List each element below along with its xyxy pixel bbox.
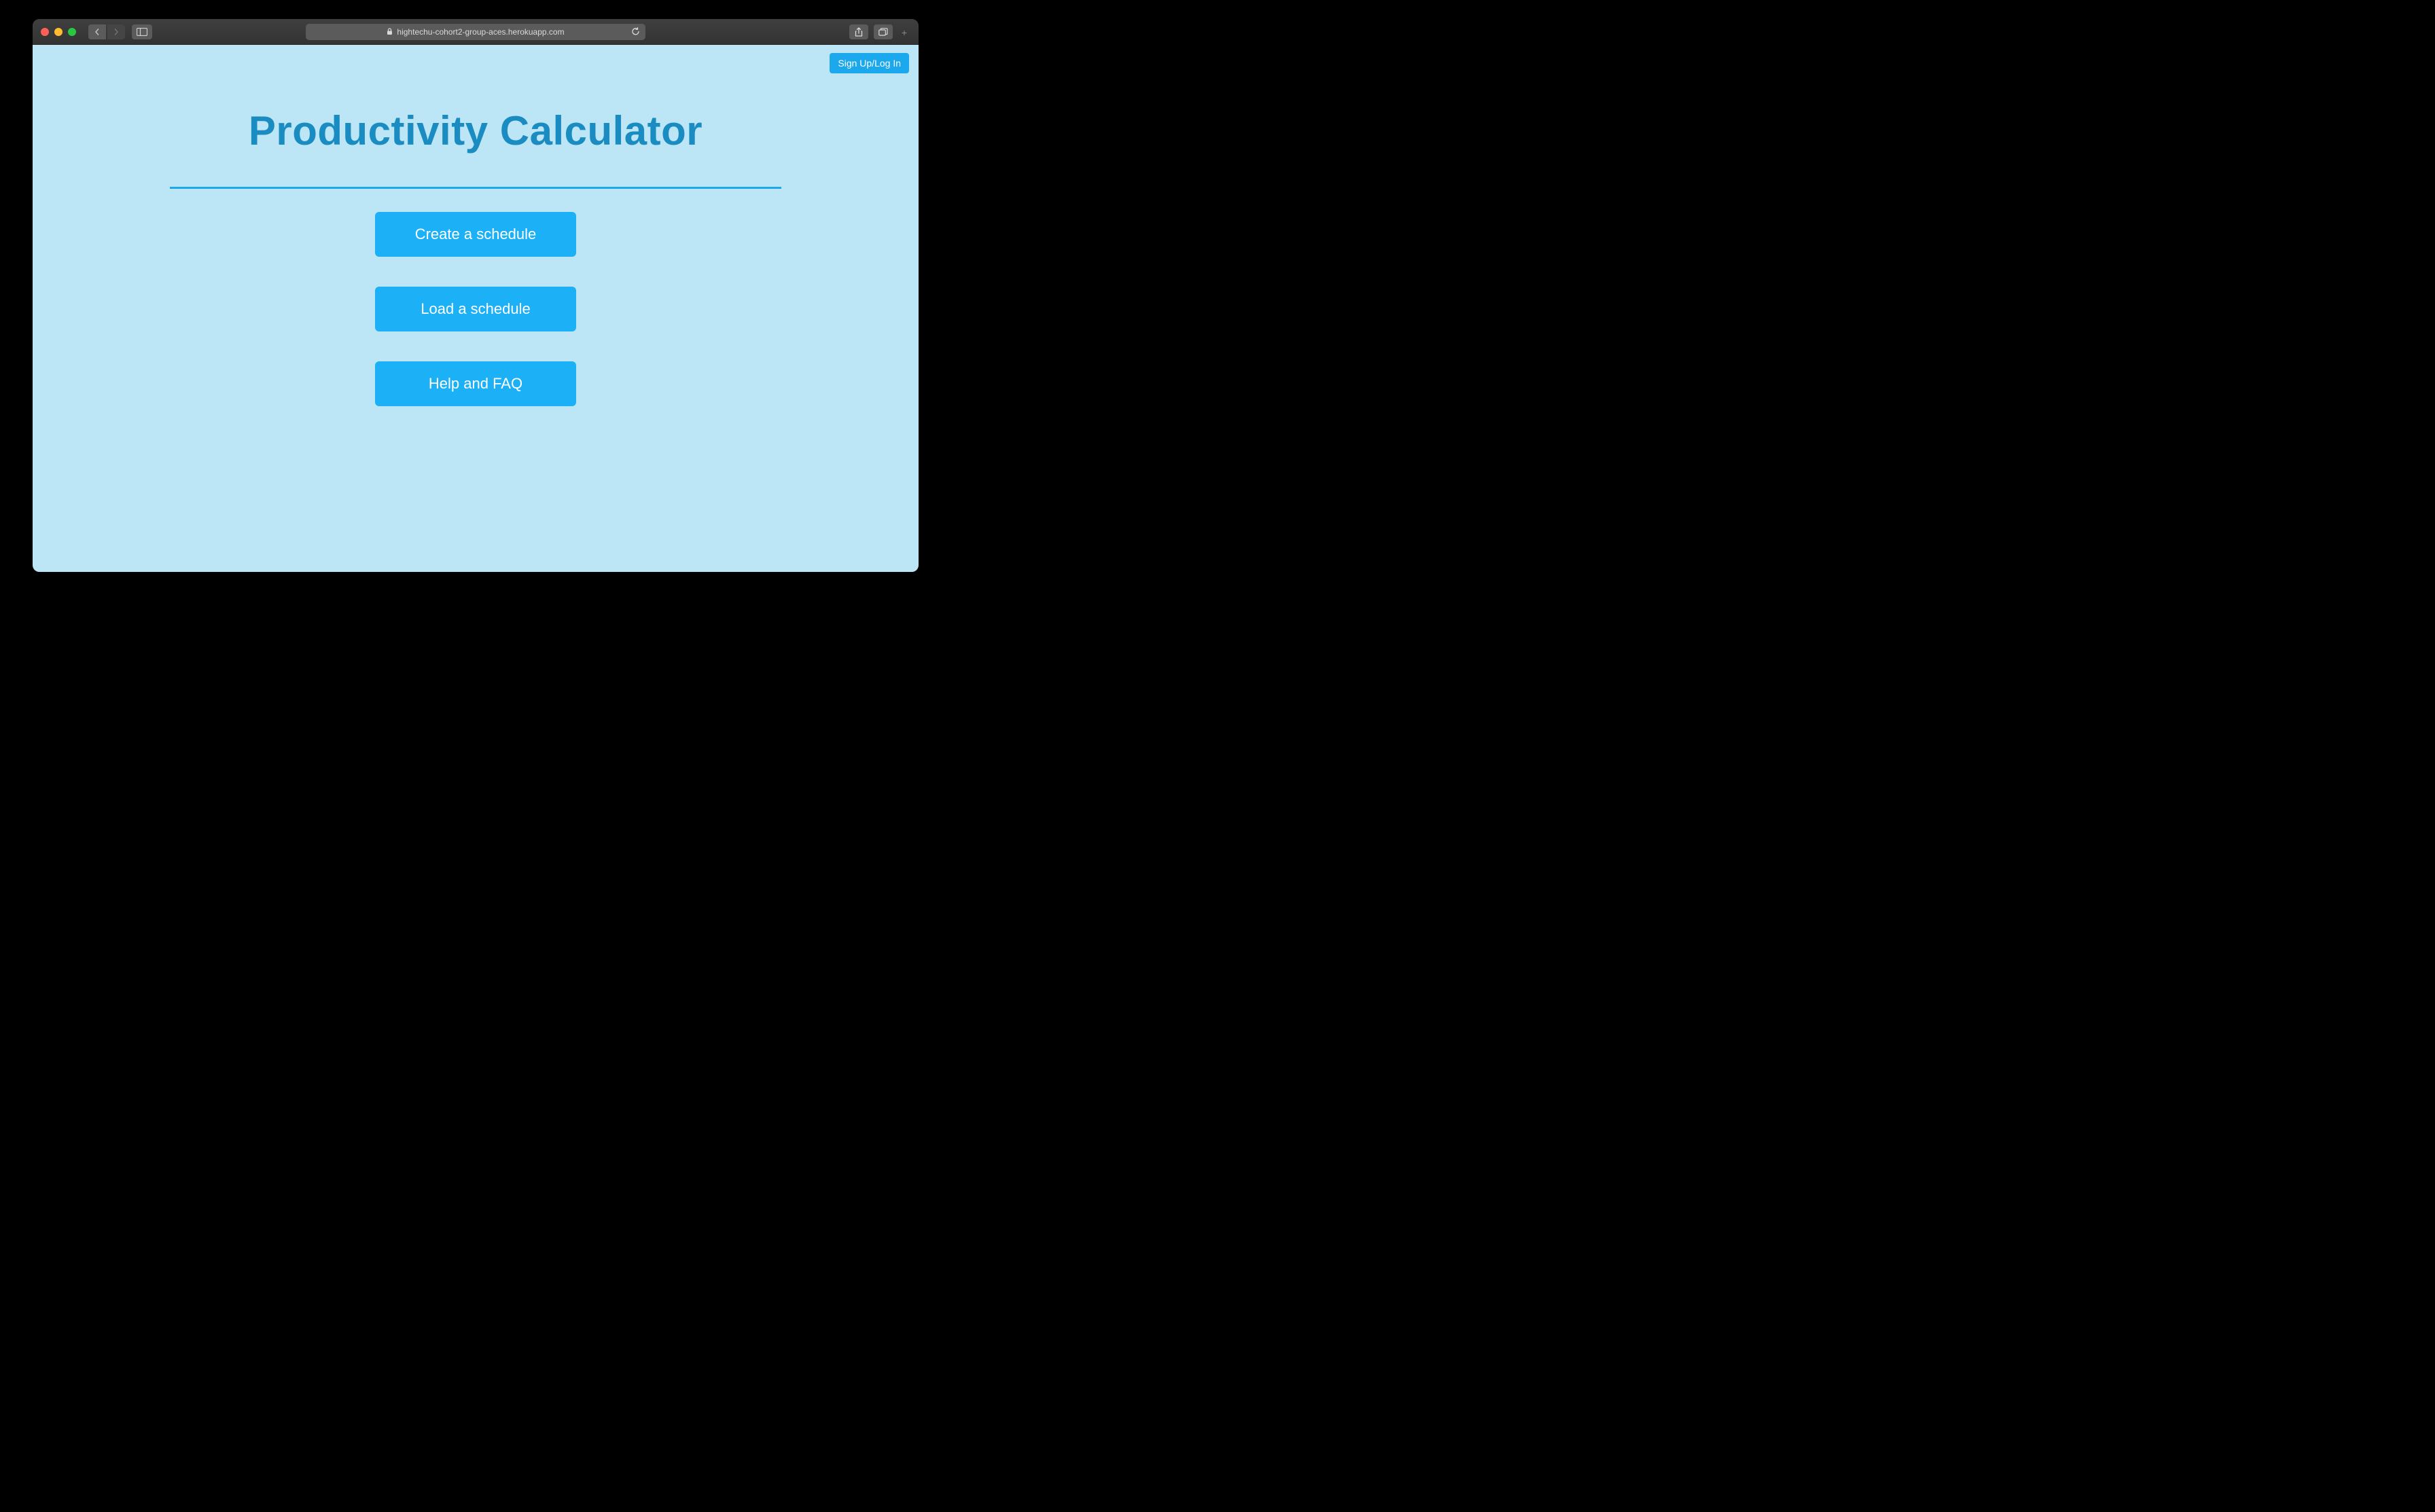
load-schedule-button[interactable]: Load a schedule [375,287,576,331]
share-icon [855,27,863,37]
back-button[interactable] [88,24,106,39]
page-title: Productivity Calculator [33,107,919,154]
tabs-button[interactable] [874,24,893,39]
share-button[interactable] [849,24,868,39]
forward-button[interactable] [107,24,125,39]
browser-window: hightechu-cohort2-group-aces.herokuapp.c… [33,19,919,572]
minimize-window-button[interactable] [54,28,63,36]
reload-button[interactable] [631,27,640,36]
maximize-window-button[interactable] [68,28,76,36]
lock-icon [387,28,393,35]
chevron-left-icon [94,29,101,35]
page-viewport: Sign Up/Log In Productivity Calculator C… [33,45,919,572]
address-bar[interactable]: hightechu-cohort2-group-aces.herokuapp.c… [306,24,645,40]
main-actions: Create a schedule Load a schedule Help a… [33,212,919,406]
window-controls [41,28,76,36]
new-tab-button[interactable]: + [898,27,910,39]
sidebar-icon [137,28,147,36]
title-divider [170,187,781,189]
signup-login-button[interactable]: Sign Up/Log In [830,53,909,73]
chevron-right-icon [113,29,120,35]
tabs-icon [878,28,888,36]
nav-controls [88,24,125,39]
sidebar-toggle-button[interactable] [132,24,152,39]
help-faq-button[interactable]: Help and FAQ [375,361,576,406]
create-schedule-button[interactable]: Create a schedule [375,212,576,257]
url-text: hightechu-cohort2-group-aces.herokuapp.c… [397,27,564,37]
reload-icon [631,27,640,36]
titlebar-right-controls: + [849,24,910,39]
browser-titlebar: hightechu-cohort2-group-aces.herokuapp.c… [33,19,919,45]
close-window-button[interactable] [41,28,49,36]
